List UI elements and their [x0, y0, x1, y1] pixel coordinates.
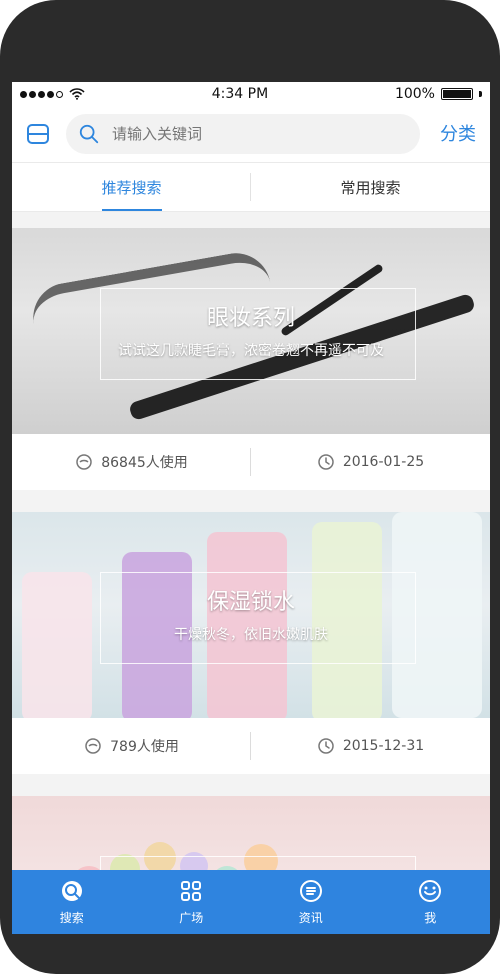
signal-wifi: [20, 88, 85, 100]
nav-item-square[interactable]: 广场: [132, 870, 252, 934]
recommend-card[interactable]: [12, 796, 490, 870]
date-text: 2015-12-31: [342, 738, 425, 754]
signal-icon: [20, 90, 63, 98]
usage-icon: [85, 738, 101, 754]
nav-label: 广场: [179, 910, 204, 925]
nav-item-me[interactable]: 我: [371, 870, 491, 934]
card-date: 2015-12-31: [251, 737, 490, 755]
card-date: 2016-01-25: [251, 453, 490, 471]
clock-icon: [318, 454, 334, 470]
recommend-card[interactable]: 保湿锁水 干燥秋冬，依旧水嫩肌肤 789人使用 2015-12-31: [12, 512, 490, 774]
card-subtitle: 试试这几款睫毛膏，浓密卷翘不再遥不可及: [118, 343, 384, 359]
recommend-card[interactable]: 眼妆系列 试试这几款睫毛膏，浓密卷翘不再遥不可及 86845人使用 2016-0…: [12, 228, 490, 490]
usage-count: 86845人使用: [12, 452, 251, 472]
news-icon: [299, 879, 322, 902]
meta-divider: [250, 732, 251, 760]
nav-item-search[interactable]: 搜索: [12, 870, 132, 934]
card-overlay-frame: [100, 856, 416, 870]
search-bar[interactable]: [66, 114, 420, 154]
date-text: 2016-01-25: [342, 454, 425, 470]
search-input[interactable]: [100, 124, 420, 144]
battery-percent: 100%: [394, 86, 435, 102]
card-image: [12, 796, 490, 870]
tab-common-search[interactable]: 常用搜索: [251, 163, 490, 211]
card-title: 保湿锁水: [206, 590, 295, 615]
category-button[interactable]: 分类: [440, 120, 476, 146]
card-subtitle: 干燥秋冬，依旧水嫩肌肤: [174, 627, 328, 643]
phone-frame: 4:34 PM 100% 分类 推荐搜索 常用: [0, 0, 500, 974]
app-screen: 4:34 PM 100% 分类 推荐搜索 常用: [12, 82, 490, 934]
profile-icon: [419, 879, 442, 902]
status-bar: 4:34 PM 100%: [12, 82, 490, 106]
status-time: 4:34 PM: [211, 86, 269, 102]
usage-text: 86845人使用: [101, 455, 188, 471]
usage-icon: [76, 454, 92, 470]
tab-divider: [250, 173, 251, 201]
card-image: 眼妆系列 试试这几款睫毛膏，浓密卷翘不再遥不可及: [12, 228, 490, 434]
usage-text: 789人使用: [110, 739, 179, 755]
tab-recommended-search[interactable]: 推荐搜索: [12, 163, 251, 211]
meta-divider: [250, 448, 251, 476]
search-icon: [61, 880, 82, 901]
search-tabs: 推荐搜索 常用搜索: [12, 162, 490, 212]
nav-item-news[interactable]: 资讯: [251, 870, 371, 934]
card-image: 保湿锁水 干燥秋冬，依旧水嫩肌肤: [12, 512, 490, 718]
search-icon: [79, 124, 99, 144]
battery-icon: [440, 88, 473, 100]
nav-label: 资讯: [298, 910, 323, 925]
usage-count: 789人使用: [12, 736, 251, 756]
nav-label: 搜索: [59, 910, 84, 925]
top-bar: 分类: [12, 106, 490, 162]
battery: 100%: [395, 86, 482, 102]
card-meta: 86845人使用 2016-01-25: [12, 434, 490, 490]
recommendation-feed[interactable]: 眼妆系列 试试这几款睫毛膏，浓密卷翘不再遥不可及 86845人使用 2016-0…: [12, 210, 490, 870]
nav-label: 我: [424, 910, 437, 925]
wifi-icon: [69, 88, 85, 100]
clock-icon: [318, 738, 334, 754]
card-meta: 789人使用 2015-12-31: [12, 718, 490, 774]
bottom-navigation: 搜索 广场 资讯 我: [12, 870, 490, 934]
card-title: 眼妆系列: [206, 306, 295, 331]
scan-icon[interactable]: [24, 120, 52, 148]
grid-icon: [181, 880, 202, 901]
